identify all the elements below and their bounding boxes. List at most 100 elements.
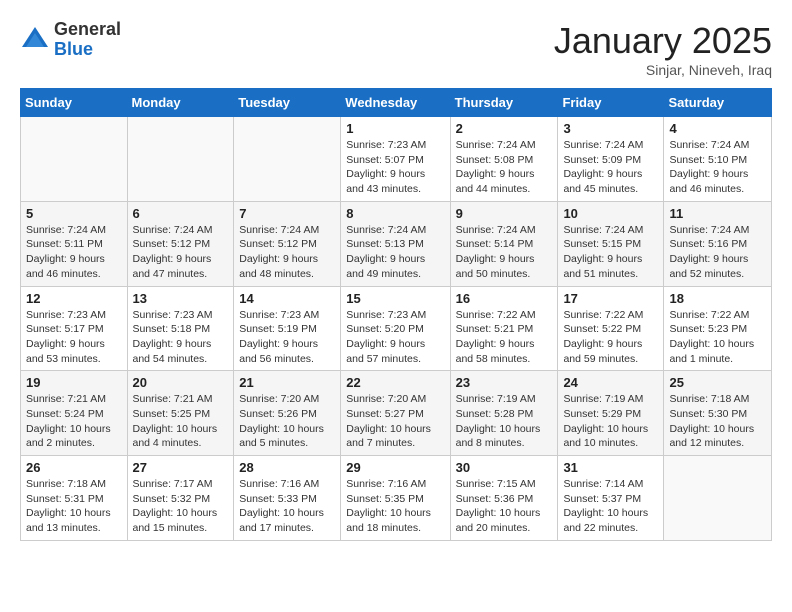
- day-number: 2: [456, 121, 553, 136]
- calendar-cell: 12 Sunrise: 7:23 AM Sunset: 5:17 PM Dayli…: [21, 286, 128, 371]
- weekday-header: Monday: [127, 89, 234, 117]
- day-number: 16: [456, 291, 553, 306]
- calendar-cell: 24Sunrise: 7:19 AM Sunset: 5:29 PM Dayli…: [558, 371, 664, 456]
- day-number: 6: [133, 206, 229, 221]
- month-title: January 2025: [554, 20, 772, 62]
- day-info: Sunrise: 7:24 AM Sunset: 5:11 PM Dayligh…: [26, 223, 122, 282]
- day-info: Sunrise: 7:20 AM Sunset: 5:27 PM Dayligh…: [346, 392, 444, 451]
- day-info: Sunrise: 7:16 AM Sunset: 5:33 PM Dayligh…: [239, 477, 335, 536]
- calendar-cell: 19 Sunrise: 7:21 AM Sunset: 5:24 PM Dayli…: [21, 371, 128, 456]
- day-info: Sunrise: 7:21 AM Sunset: 5:24 PM Dayligh…: [26, 392, 122, 451]
- day-number: 11: [669, 206, 766, 221]
- calendar-cell: [234, 117, 341, 202]
- calendar-cell: 7 Sunrise: 7:24 AM Sunset: 5:12 PM Daylig…: [234, 201, 341, 286]
- day-number: 10: [563, 206, 658, 221]
- calendar-cell: 9 Sunrise: 7:24 AM Sunset: 5:14 PM Daylig…: [450, 201, 558, 286]
- calendar-table: SundayMondayTuesdayWednesdayThursdayFrid…: [20, 88, 772, 541]
- day-info: Sunrise: 7:24 AM Sunset: 5:10 PM Dayligh…: [669, 138, 766, 197]
- day-info: Sunrise: 7:24 AM Sunset: 5:09 PM Dayligh…: [563, 138, 658, 197]
- day-number: 30: [456, 460, 553, 475]
- day-number: 7: [239, 206, 335, 221]
- calendar-cell: 15 Sunrise: 7:23 AM Sunset: 5:20 PM Dayli…: [341, 286, 450, 371]
- calendar-cell: 5 Sunrise: 7:24 AM Sunset: 5:11 PM Daylig…: [21, 201, 128, 286]
- calendar-week-row: 1Sunrise: 7:23 AM Sunset: 5:07 PM Daylig…: [21, 117, 772, 202]
- day-info: Sunrise: 7:22 AM Sunset: 5:23 PM Dayligh…: [669, 308, 766, 367]
- weekday-header: Saturday: [664, 89, 772, 117]
- logo-general: General: [54, 20, 121, 40]
- logo-text: General Blue: [54, 20, 121, 60]
- weekday-header: Wednesday: [341, 89, 450, 117]
- day-number: 25: [669, 375, 766, 390]
- day-info: Sunrise: 7:23 AM Sunset: 5:18 PM Dayligh…: [133, 308, 229, 367]
- calendar-cell: 13 Sunrise: 7:23 AM Sunset: 5:18 PM Dayli…: [127, 286, 234, 371]
- calendar-week-row: 19 Sunrise: 7:21 AM Sunset: 5:24 PM Dayli…: [21, 371, 772, 456]
- day-info: Sunrise: 7:24 AM Sunset: 5:12 PM Dayligh…: [239, 223, 335, 282]
- calendar-cell: 11Sunrise: 7:24 AM Sunset: 5:16 PM Dayli…: [664, 201, 772, 286]
- day-info: Sunrise: 7:23 AM Sunset: 5:17 PM Dayligh…: [26, 308, 122, 367]
- day-info: Sunrise: 7:20 AM Sunset: 5:26 PM Dayligh…: [239, 392, 335, 451]
- calendar-week-row: 5 Sunrise: 7:24 AM Sunset: 5:11 PM Daylig…: [21, 201, 772, 286]
- day-info: Sunrise: 7:17 AM Sunset: 5:32 PM Dayligh…: [133, 477, 229, 536]
- page-header: General Blue January 2025 Sinjar, Nineve…: [20, 20, 772, 78]
- day-number: 3: [563, 121, 658, 136]
- day-info: Sunrise: 7:23 AM Sunset: 5:20 PM Dayligh…: [346, 308, 444, 367]
- calendar-cell: 3 Sunrise: 7:24 AM Sunset: 5:09 PM Daylig…: [558, 117, 664, 202]
- calendar-cell: 20 Sunrise: 7:21 AM Sunset: 5:25 PM Dayli…: [127, 371, 234, 456]
- day-info: Sunrise: 7:16 AM Sunset: 5:35 PM Dayligh…: [346, 477, 444, 536]
- day-info: Sunrise: 7:14 AM Sunset: 5:37 PM Dayligh…: [563, 477, 658, 536]
- calendar-week-row: 26Sunrise: 7:18 AM Sunset: 5:31 PM Dayli…: [21, 456, 772, 541]
- calendar-week-row: 12 Sunrise: 7:23 AM Sunset: 5:17 PM Dayli…: [21, 286, 772, 371]
- day-number: 8: [346, 206, 444, 221]
- calendar-cell: 8Sunrise: 7:24 AM Sunset: 5:13 PM Daylig…: [341, 201, 450, 286]
- calendar-cell: [664, 456, 772, 541]
- day-number: 20: [133, 375, 229, 390]
- calendar-cell: 29Sunrise: 7:16 AM Sunset: 5:35 PM Dayli…: [341, 456, 450, 541]
- day-number: 27: [133, 460, 229, 475]
- day-number: 19: [26, 375, 122, 390]
- day-info: Sunrise: 7:22 AM Sunset: 5:22 PM Dayligh…: [563, 308, 658, 367]
- day-info: Sunrise: 7:24 AM Sunset: 5:14 PM Dayligh…: [456, 223, 553, 282]
- calendar-cell: 2 Sunrise: 7:24 AM Sunset: 5:08 PM Daylig…: [450, 117, 558, 202]
- day-number: 21: [239, 375, 335, 390]
- calendar-cell: 26Sunrise: 7:18 AM Sunset: 5:31 PM Dayli…: [21, 456, 128, 541]
- location: Sinjar, Nineveh, Iraq: [554, 62, 772, 78]
- calendar-cell: 14 Sunrise: 7:23 AM Sunset: 5:19 PM Dayli…: [234, 286, 341, 371]
- day-info: Sunrise: 7:18 AM Sunset: 5:30 PM Dayligh…: [669, 392, 766, 451]
- weekday-header: Tuesday: [234, 89, 341, 117]
- calendar-cell: 28 Sunrise: 7:16 AM Sunset: 5:33 PM Dayli…: [234, 456, 341, 541]
- day-info: Sunrise: 7:24 AM Sunset: 5:12 PM Dayligh…: [133, 223, 229, 282]
- day-number: 5: [26, 206, 122, 221]
- day-number: 26: [26, 460, 122, 475]
- weekday-header: Sunday: [21, 89, 128, 117]
- day-number: 9: [456, 206, 553, 221]
- calendar-cell: 21 Sunrise: 7:20 AM Sunset: 5:26 PM Dayli…: [234, 371, 341, 456]
- day-number: 28: [239, 460, 335, 475]
- calendar-cell: 16 Sunrise: 7:22 AM Sunset: 5:21 PM Dayli…: [450, 286, 558, 371]
- day-info: Sunrise: 7:24 AM Sunset: 5:08 PM Dayligh…: [456, 138, 553, 197]
- day-number: 1: [346, 121, 444, 136]
- calendar-cell: 1Sunrise: 7:23 AM Sunset: 5:07 PM Daylig…: [341, 117, 450, 202]
- weekday-header: Thursday: [450, 89, 558, 117]
- day-info: Sunrise: 7:22 AM Sunset: 5:21 PM Dayligh…: [456, 308, 553, 367]
- day-number: 4: [669, 121, 766, 136]
- calendar-cell: 25 Sunrise: 7:18 AM Sunset: 5:30 PM Dayli…: [664, 371, 772, 456]
- weekday-header: Friday: [558, 89, 664, 117]
- day-info: Sunrise: 7:19 AM Sunset: 5:29 PM Dayligh…: [563, 392, 658, 451]
- logo-blue: Blue: [54, 40, 121, 60]
- day-number: 18: [669, 291, 766, 306]
- day-info: Sunrise: 7:15 AM Sunset: 5:36 PM Dayligh…: [456, 477, 553, 536]
- day-number: 12: [26, 291, 122, 306]
- calendar-cell: 18 Sunrise: 7:22 AM Sunset: 5:23 PM Dayli…: [664, 286, 772, 371]
- calendar-cell: 30 Sunrise: 7:15 AM Sunset: 5:36 PM Dayli…: [450, 456, 558, 541]
- day-number: 15: [346, 291, 444, 306]
- calendar-cell: 17 Sunrise: 7:22 AM Sunset: 5:22 PM Dayli…: [558, 286, 664, 371]
- day-number: 14: [239, 291, 335, 306]
- calendar-cell: [21, 117, 128, 202]
- calendar-cell: 4 Sunrise: 7:24 AM Sunset: 5:10 PM Daylig…: [664, 117, 772, 202]
- day-number: 22: [346, 375, 444, 390]
- day-info: Sunrise: 7:24 AM Sunset: 5:15 PM Dayligh…: [563, 223, 658, 282]
- day-number: 17: [563, 291, 658, 306]
- day-info: Sunrise: 7:23 AM Sunset: 5:19 PM Dayligh…: [239, 308, 335, 367]
- day-number: 13: [133, 291, 229, 306]
- day-info: Sunrise: 7:21 AM Sunset: 5:25 PM Dayligh…: [133, 392, 229, 451]
